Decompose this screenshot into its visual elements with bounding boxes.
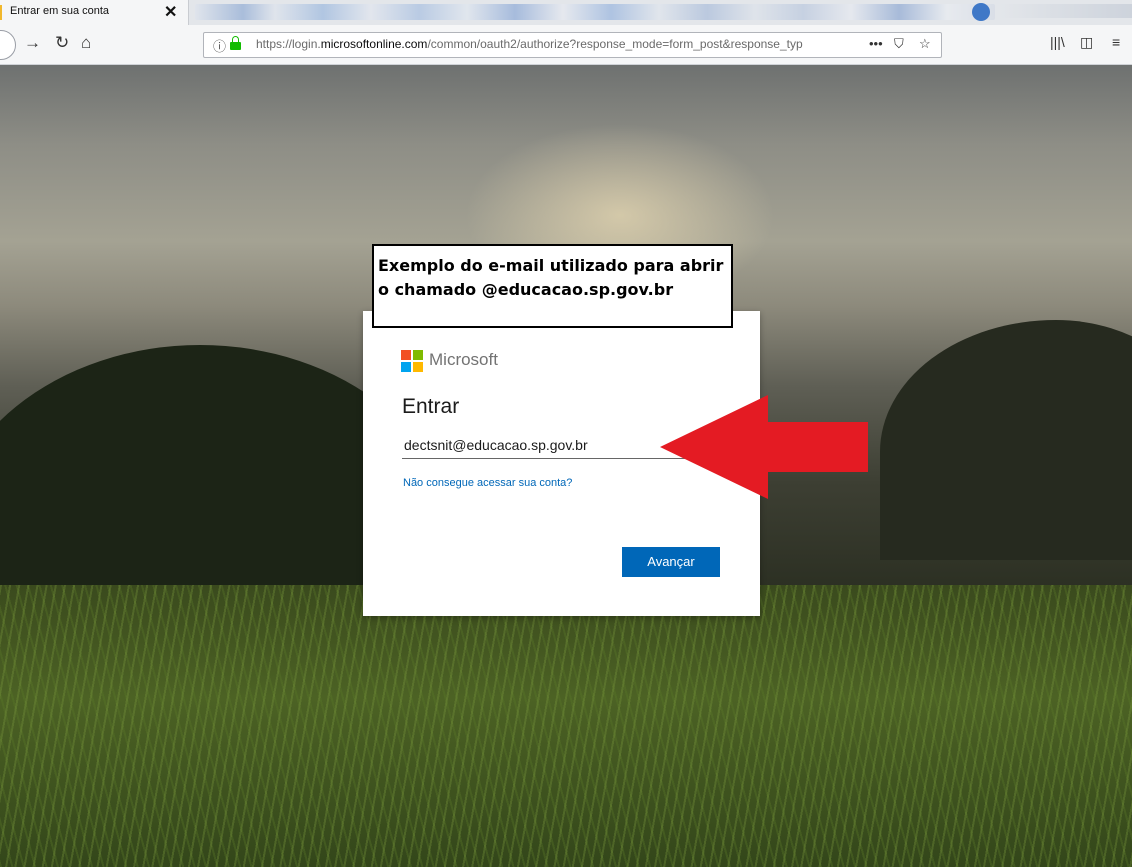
nav-bar: → ↻ ⌂ ⓘ https://login.microsoftonline.co… [0, 25, 1132, 65]
bookmark-star-icon[interactable]: ☆ [919, 36, 931, 52]
next-button[interactable]: Avançar [622, 547, 720, 577]
microsoft-logo-icon [401, 350, 423, 372]
window-controls [1000, 4, 1132, 18]
address-bar[interactable]: ⓘ https://login.microsoftonline.com/comm… [203, 32, 942, 58]
email-value: dectsnit@educacao.sp.gov.br [404, 437, 588, 453]
lock-icon[interactable] [230, 36, 241, 50]
reload-icon[interactable]: ↻ [55, 33, 69, 53]
pocket-icon[interactable]: ⛉ [894, 36, 904, 52]
url-text[interactable]: https://login.microsoftonline.com/common… [256, 37, 851, 51]
tab-bar: Entrar em sua conta ✕ [0, 0, 1132, 26]
red-arrow-icon [660, 395, 868, 499]
close-icon[interactable]: ✕ [164, 2, 177, 22]
annotation-line-1: Exemplo do e-mail utilizado para abrir [378, 256, 724, 275]
tab-title: Entrar em sua conta [10, 5, 110, 17]
tab-accent [0, 5, 2, 20]
home-icon[interactable]: ⌂ [81, 33, 91, 53]
page-title: Entrar [402, 395, 460, 418]
back-button[interactable] [0, 30, 16, 60]
url-prefix: https://login. [256, 37, 321, 51]
menu-icon[interactable]: ≡ [1112, 34, 1120, 50]
annotation-text: Exemplo do e-mail utilizado para abrir o… [378, 254, 728, 302]
url-path: /common/oauth2/authorize?response_mode=f… [427, 37, 803, 51]
cant-access-link[interactable]: Não consegue acessar sua conta? [403, 477, 572, 489]
page-actions-icon[interactable]: ••• [869, 36, 883, 51]
blurred-tabs [195, 4, 995, 20]
sidebar-icon[interactable]: ◫ [1080, 34, 1093, 51]
annotation-line-2: o chamado @educacao.sp.gov.br [378, 280, 674, 299]
info-icon[interactable]: ⓘ [213, 36, 226, 55]
brand-name: Microsoft [429, 350, 498, 369]
grass-field [0, 585, 1132, 867]
url-domain: microsoftonline.com [320, 37, 428, 51]
library-icon[interactable]: |||\ [1050, 34, 1065, 50]
annotation-box: Exemplo do e-mail utilizado para abrir o… [372, 244, 733, 328]
mountain-right [880, 320, 1132, 560]
arrow-shape [660, 395, 868, 499]
forward-icon[interactable]: → [24, 33, 41, 53]
tab-entrar[interactable]: Entrar em sua conta ✕ [0, 0, 189, 25]
circle-tab-icon[interactable] [972, 3, 990, 21]
